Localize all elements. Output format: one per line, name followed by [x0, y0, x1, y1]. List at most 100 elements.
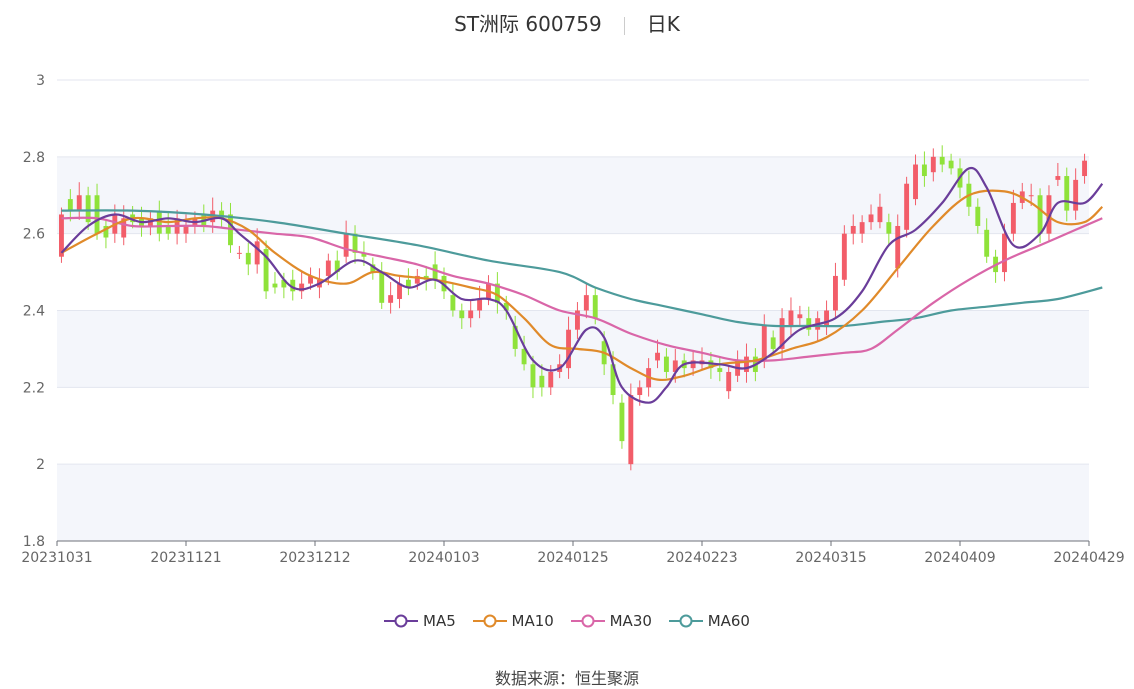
- candle-body: [67, 199, 73, 211]
- candle-body: [272, 283, 278, 288]
- x-axis: 20231031 20231121 20231212 20240103 20240125…: [21, 540, 1125, 566]
- candle-body: [459, 310, 465, 319]
- candlestick-chart: 1.8 2 2.2 2.4 2.6 2.8 3 20231031 20231121 202312…: [21, 73, 1125, 566]
- candle-body: [245, 252, 251, 265]
- candle: [245, 242, 251, 276]
- x-tick-label: 20240223: [666, 550, 737, 566]
- candle: [236, 245, 242, 260]
- candle-body: [637, 387, 643, 396]
- candle-body: [824, 310, 829, 326]
- y-tick-label: 2.6: [23, 227, 45, 243]
- candle-body: [468, 310, 474, 319]
- legend-item-ma5[interactable]: MA5: [384, 612, 456, 630]
- candle: [397, 275, 402, 309]
- candle-body: [583, 295, 589, 311]
- y-tick-label: 1.8: [23, 534, 45, 550]
- candle-body: [913, 164, 918, 200]
- x-tick-label: 20231031: [21, 550, 92, 566]
- x-tick-label: 20231212: [279, 550, 350, 566]
- legend-item-ma60[interactable]: MA60: [668, 612, 750, 630]
- candle-body: [76, 195, 82, 211]
- candle: [379, 262, 385, 309]
- candle-body: [761, 325, 767, 361]
- candle-body: [1010, 202, 1016, 234]
- candle-body: [183, 225, 189, 234]
- candle: [334, 250, 340, 280]
- y-tick-label: 2.4: [23, 304, 45, 320]
- candle-body: [833, 275, 838, 311]
- candle-body: [1055, 176, 1061, 180]
- y-tick-label: 2: [36, 457, 45, 473]
- candle-body: [797, 314, 803, 319]
- candle-body: [930, 156, 936, 173]
- candle: [59, 207, 64, 263]
- candle-body: [744, 356, 749, 372]
- legend-label-ma60: MA60: [707, 612, 750, 630]
- candle-body: [939, 156, 945, 165]
- candle-body: [921, 164, 927, 177]
- candle-body: [379, 272, 385, 303]
- candle-body: [1028, 195, 1034, 197]
- x-tick-label: 20240409: [924, 550, 995, 566]
- candle: [299, 270, 305, 299]
- candle-body: [450, 295, 456, 311]
- candle: [263, 240, 269, 299]
- candle-body: [850, 225, 856, 234]
- candle: [904, 176, 910, 238]
- candle: [833, 262, 838, 319]
- candle-body: [236, 252, 242, 254]
- candle-body: [388, 295, 394, 303]
- candle-body: [1037, 195, 1043, 234]
- candle-body: [619, 402, 625, 442]
- legend-item-ma10[interactable]: MA10: [472, 612, 554, 630]
- candle-body: [432, 264, 438, 280]
- data-source: 数据来源：恒生聚源: [0, 665, 1134, 689]
- candle: [494, 272, 500, 314]
- candle-body: [984, 229, 990, 257]
- candle-body: [877, 206, 883, 223]
- candle: [841, 225, 847, 286]
- legend-label-ma5: MA5: [423, 612, 456, 630]
- x-tick-label: 20240315: [795, 550, 866, 566]
- ma10-legend-icon: [472, 614, 507, 628]
- legend: MA5 MA10 MA30 MA60: [0, 612, 1134, 632]
- candle-body: [788, 310, 794, 326]
- candle-body: [859, 222, 865, 234]
- ma60-legend-icon: [668, 614, 703, 628]
- legend-item-ma30[interactable]: MA30: [570, 612, 652, 630]
- candle: [388, 282, 394, 314]
- candle-body: [886, 222, 892, 234]
- source-value: 恒生聚源: [575, 669, 640, 688]
- candle-body: [539, 375, 545, 388]
- y-tick-label: 2.2: [23, 380, 45, 396]
- ma5-legend-icon: [384, 614, 418, 628]
- candle-body: [628, 395, 634, 465]
- candle-body: [948, 160, 954, 169]
- candle-body: [530, 364, 536, 388]
- x-tick-label: 20240103: [408, 550, 479, 566]
- candle-body: [94, 195, 100, 234]
- y-tick-label: 3: [36, 73, 45, 89]
- candle-body: [717, 368, 723, 372]
- x-tick-label: 20240429: [1053, 550, 1124, 566]
- x-tick-label: 20240125: [537, 550, 608, 566]
- legend-label-ma10: MA10: [511, 612, 554, 630]
- candle: [272, 272, 278, 294]
- y-axis: 1.8 2 2.2 2.4 2.6 2.8 3: [23, 73, 45, 550]
- candle-body: [477, 298, 483, 311]
- candle-body: [592, 295, 598, 319]
- candle-body: [1082, 160, 1087, 177]
- candle: [405, 268, 411, 296]
- candle-body: [841, 233, 847, 280]
- candle-body: [770, 337, 776, 349]
- ma30-legend-icon: [570, 614, 605, 628]
- source-label: 数据来源：: [494, 669, 575, 688]
- candle-body: [165, 225, 171, 234]
- candle-body: [325, 260, 331, 276]
- candle-body: [548, 371, 554, 388]
- legend-label-ma30: MA30: [609, 612, 652, 630]
- candle-body: [254, 241, 260, 265]
- candle-body: [655, 352, 660, 361]
- y-tick-label: 2.8: [23, 150, 45, 166]
- candle-body: [343, 233, 349, 257]
